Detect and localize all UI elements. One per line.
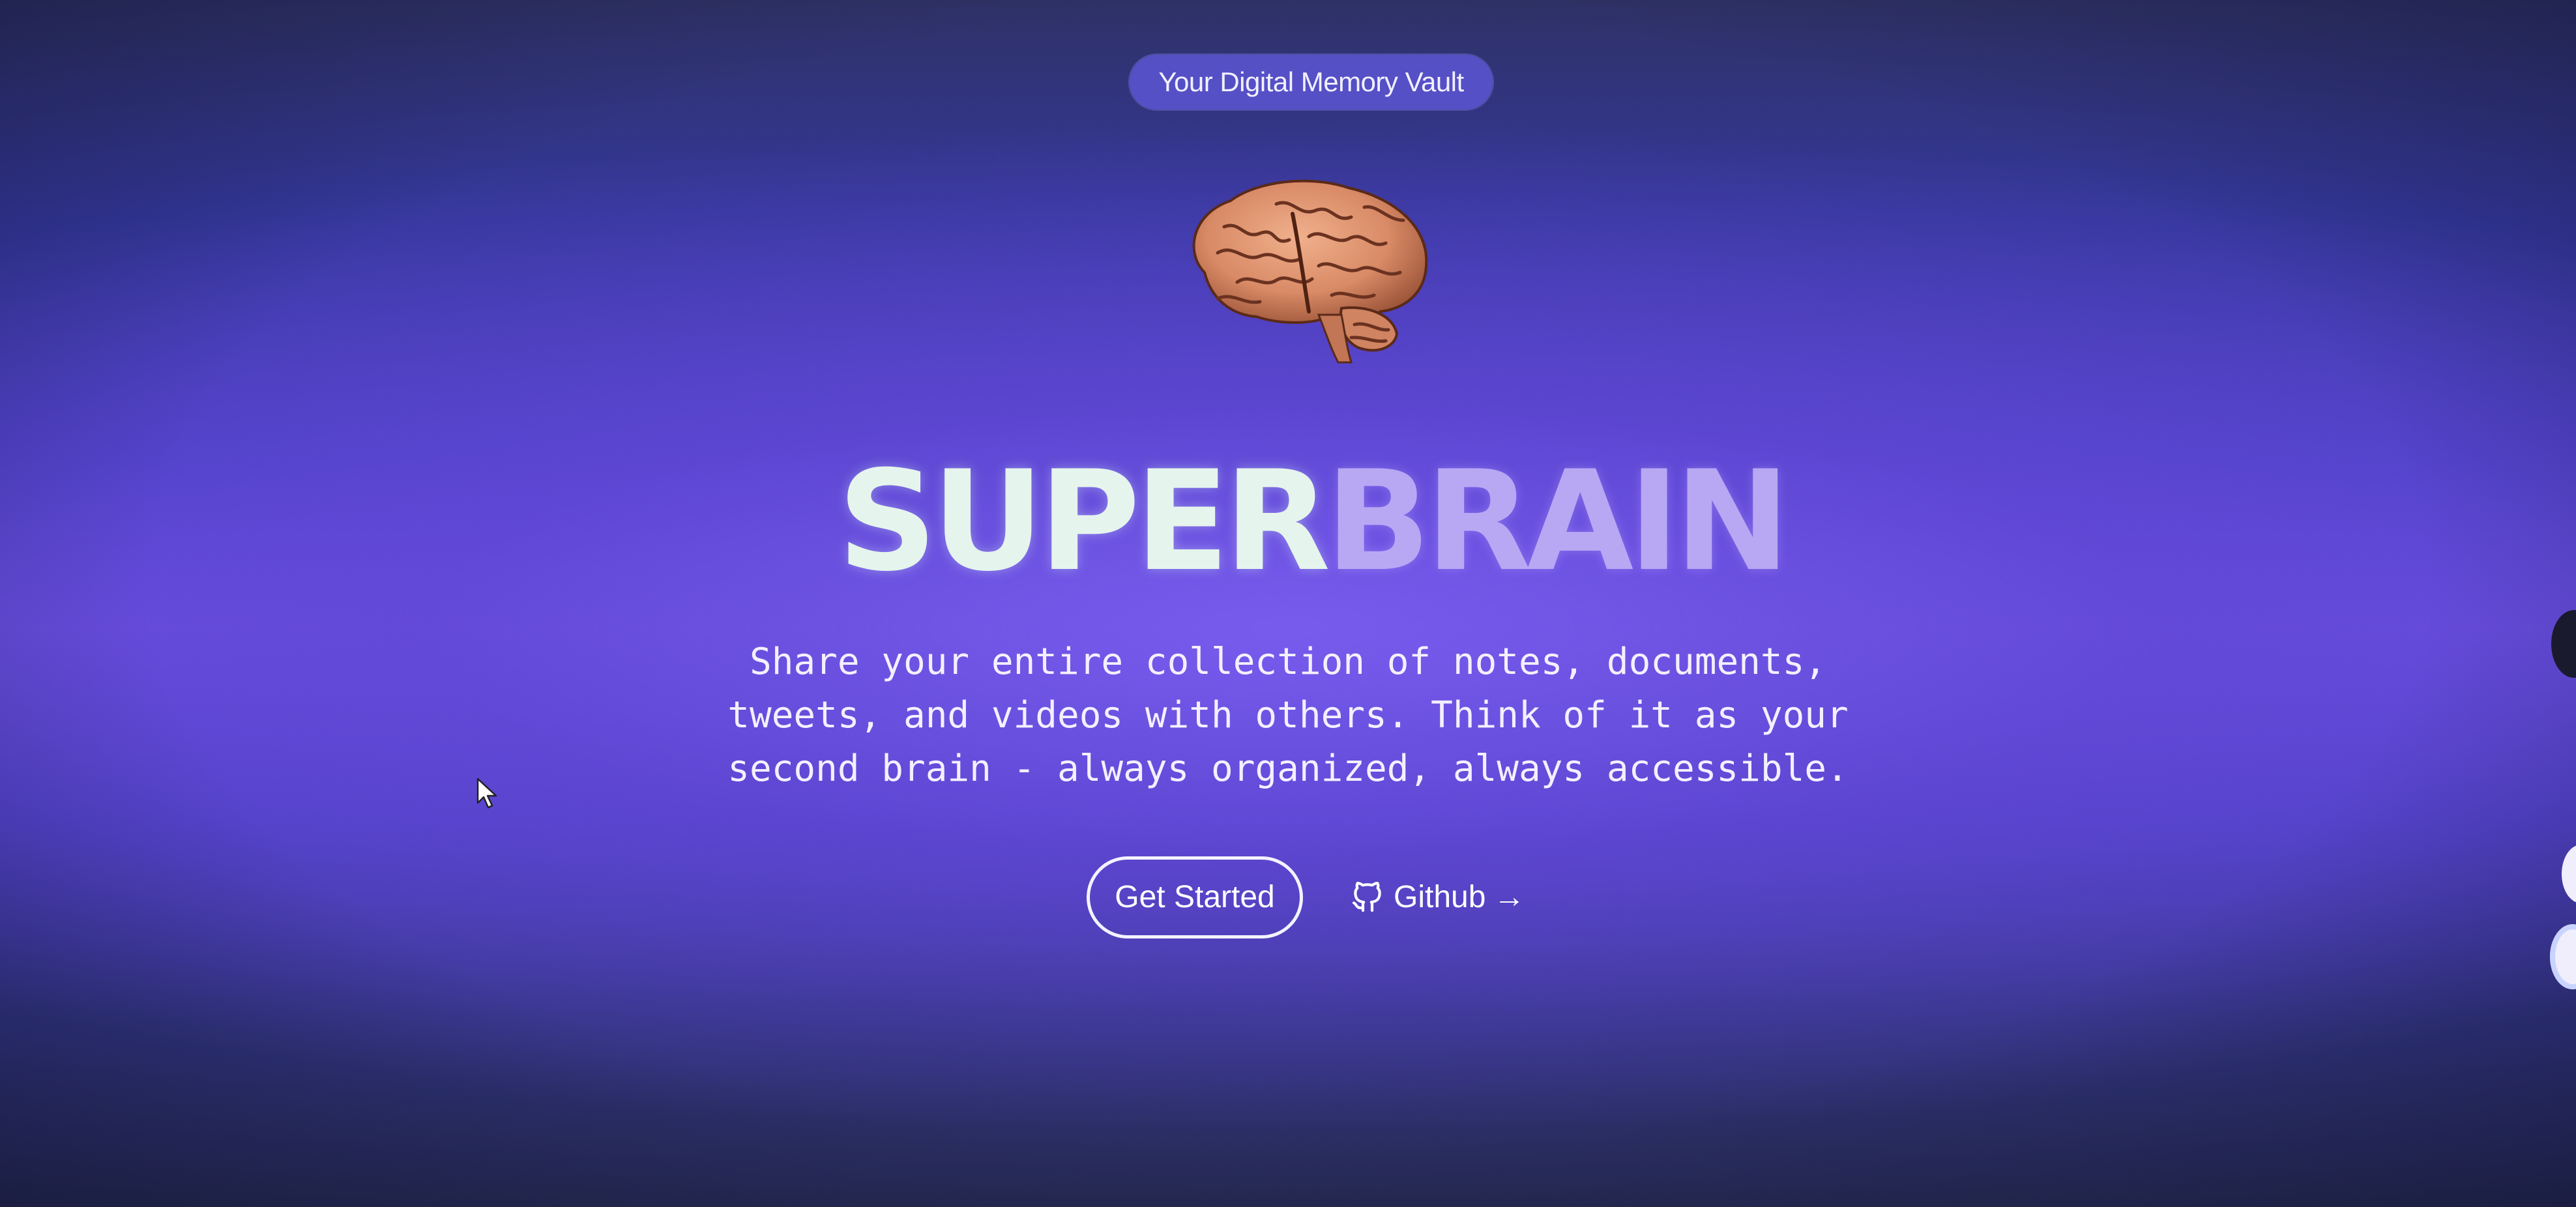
github-icon	[1352, 882, 1381, 912]
mouse-pointer-icon	[476, 778, 497, 809]
arrow-right-icon: →	[1493, 879, 1525, 914]
github-link[interactable]: Github →	[1349, 871, 1525, 923]
hero-description: Share your entire collection of notes, d…	[727, 641, 1849, 790]
tagline-badge: Your Digital Memory Vault	[1130, 55, 1493, 109]
hero-title: SUPERBRAIN	[838, 450, 1791, 593]
brain-icon	[1192, 179, 1428, 364]
hero-title-brain: BRAIN	[1325, 441, 1790, 602]
github-label: Github	[1394, 879, 1486, 914]
hero-title-super: SUPER	[838, 441, 1330, 602]
floating-widget-icon[interactable]	[2551, 610, 2576, 678]
floating-widget-icon-3[interactable]	[2550, 924, 2576, 989]
get-started-button[interactable]: Get Started	[1087, 856, 1303, 938]
floating-widget-icon-2[interactable]	[2562, 845, 2576, 903]
